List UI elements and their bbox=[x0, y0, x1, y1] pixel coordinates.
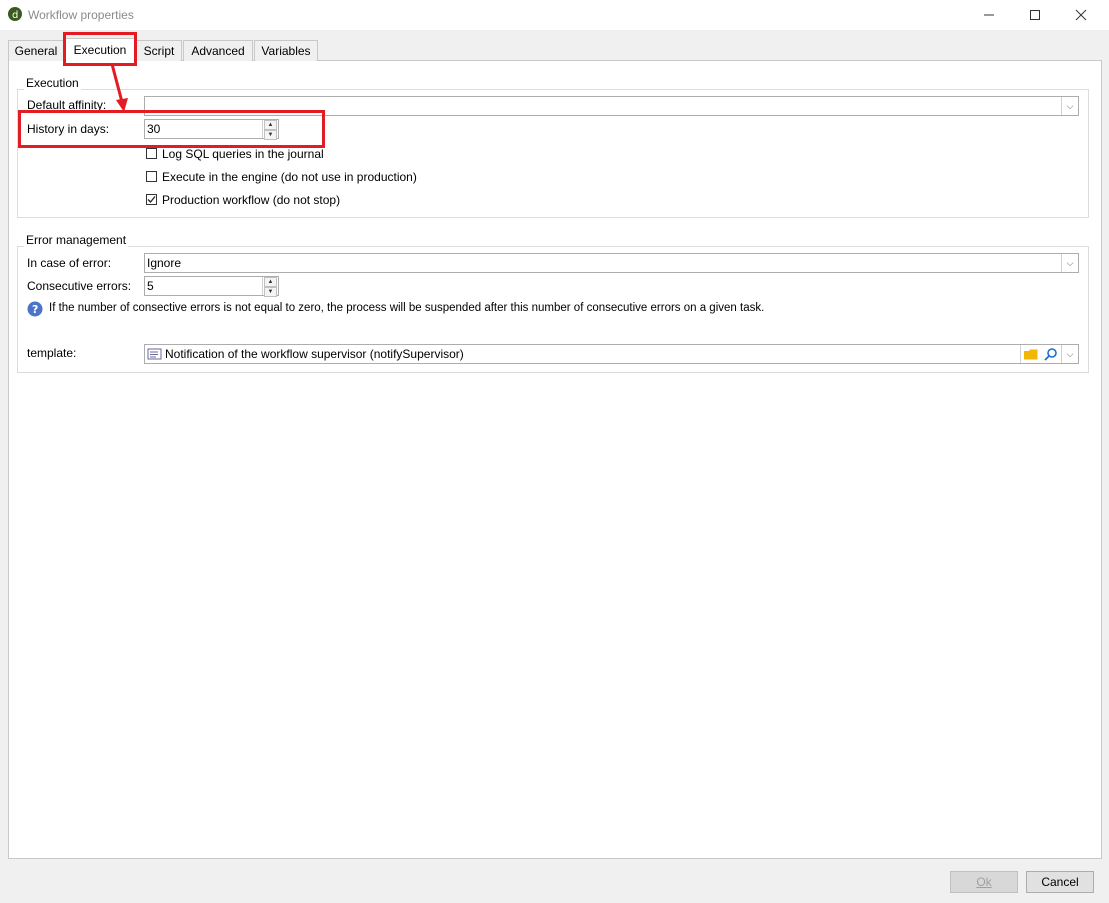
title-bar bbox=[0, 0, 1109, 30]
chevron-down-icon[interactable]: ⌵ bbox=[1061, 345, 1078, 363]
info-text: If the number of consective errors is no… bbox=[49, 302, 765, 314]
production-workflow-checkbox[interactable] bbox=[146, 194, 157, 205]
error-management-title: Error management bbox=[24, 233, 129, 247]
template-link-field[interactable]: Notification of the workflow supervisor … bbox=[144, 344, 1079, 364]
history-field-highlight bbox=[18, 110, 325, 148]
execute-engine-checkbox[interactable] bbox=[146, 171, 157, 182]
execute-engine-label: Execute in the engine (do not use in pro… bbox=[162, 170, 417, 184]
svg-text:?: ? bbox=[32, 303, 38, 316]
in-case-of-error-label: In case of error: bbox=[27, 256, 112, 270]
minimize-button[interactable] bbox=[966, 0, 1012, 30]
tab-variables[interactable]: Variables bbox=[254, 40, 318, 61]
consecutive-errors-input[interactable]: 5 ▲ ▼ bbox=[144, 276, 279, 297]
app-logo-icon: d bbox=[8, 7, 22, 21]
template-value: Notification of the workflow supervisor … bbox=[165, 347, 464, 361]
close-button[interactable] bbox=[1058, 0, 1104, 30]
consecutive-errors-spinner[interactable]: ▲ ▼ bbox=[262, 277, 278, 297]
window-title: Workflow properties bbox=[28, 8, 134, 22]
ok-button-label: Ok bbox=[976, 875, 992, 889]
maximize-button[interactable] bbox=[1012, 0, 1058, 30]
checkmark-icon bbox=[147, 196, 156, 203]
info-icon: ? bbox=[27, 301, 43, 317]
chevron-down-icon[interactable]: ⌵ bbox=[1061, 97, 1078, 115]
cancel-button[interactable]: Cancel bbox=[1026, 871, 1094, 893]
in-case-of-error-combo[interactable]: Ignore ⌵ bbox=[144, 253, 1079, 273]
tab-script[interactable]: Script bbox=[136, 40, 182, 61]
execution-tab-highlight bbox=[63, 32, 137, 66]
chevron-down-icon[interactable]: ⌵ bbox=[1061, 254, 1078, 272]
consecutive-errors-label: Consecutive errors: bbox=[27, 279, 132, 293]
log-sql-label: Log SQL queries in the journal bbox=[162, 147, 324, 161]
maximize-icon bbox=[1030, 10, 1040, 20]
annotation-arrow-icon bbox=[110, 63, 128, 112]
template-doc-icon bbox=[147, 347, 165, 361]
close-icon bbox=[1075, 9, 1087, 21]
execution-group-title: Execution bbox=[24, 76, 81, 90]
svg-text:d: d bbox=[12, 10, 18, 21]
in-case-of-error-value: Ignore bbox=[147, 256, 182, 270]
consecutive-errors-value: 5 bbox=[147, 279, 154, 293]
cancel-button-label: Cancel bbox=[1041, 875, 1079, 889]
spin-down-icon[interactable]: ▼ bbox=[264, 287, 277, 297]
template-label: template: bbox=[27, 346, 77, 360]
minimize-icon bbox=[984, 14, 994, 16]
search-icon[interactable] bbox=[1041, 345, 1061, 363]
tab-advanced[interactable]: Advanced bbox=[183, 40, 253, 61]
folder-icon[interactable] bbox=[1020, 345, 1041, 363]
tab-general[interactable]: General bbox=[8, 40, 64, 61]
log-sql-checkbox[interactable] bbox=[146, 148, 157, 159]
ok-button[interactable]: Ok bbox=[950, 871, 1018, 893]
production-workflow-label: Production workflow (do not stop) bbox=[162, 193, 341, 207]
